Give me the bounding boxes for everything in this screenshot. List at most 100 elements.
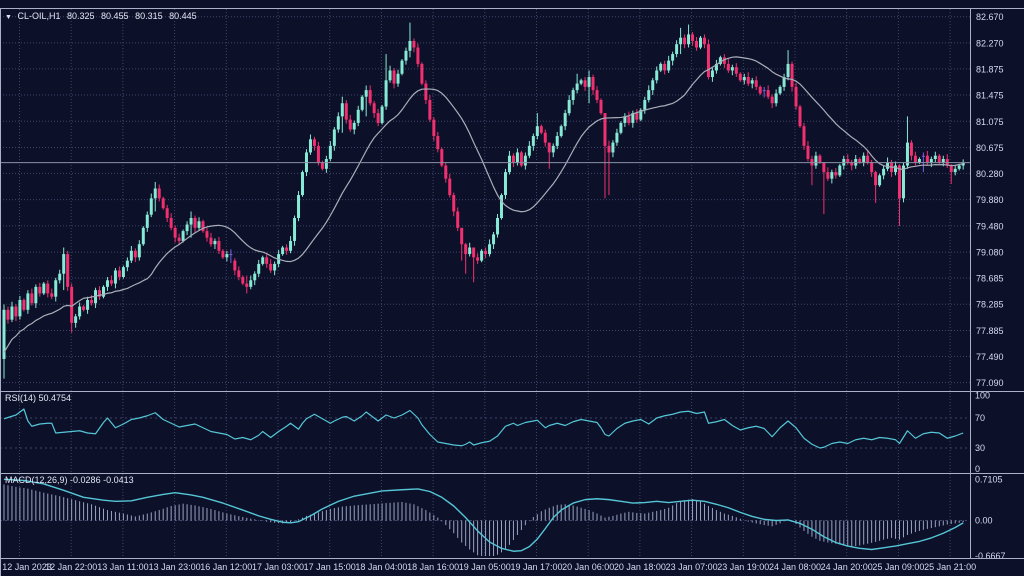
candle-body xyxy=(46,284,49,294)
candle-body xyxy=(516,152,519,162)
macd-name: MACD(12,26,9) xyxy=(5,475,68,485)
candle-body xyxy=(508,156,511,172)
price-axis-label: 81.875 xyxy=(976,64,1004,74)
candle-body xyxy=(82,307,85,310)
candle-body xyxy=(611,143,614,153)
candle-body xyxy=(763,90,766,91)
candle-body xyxy=(174,228,177,238)
candle-body xyxy=(18,300,21,316)
candle-body xyxy=(588,77,591,87)
candle-body xyxy=(194,218,197,228)
time-axis-label: 18 Jan 04:00 xyxy=(355,562,407,572)
macd-axis-label: -0.6667 xyxy=(975,551,1006,561)
candle-body xyxy=(377,113,380,123)
candle-body xyxy=(958,166,961,169)
candle-body xyxy=(460,228,463,244)
candle-body xyxy=(468,248,471,255)
candle-body xyxy=(818,156,821,163)
chart-header: ▼ CL-OIL,H1 80.325 80.455 80.315 80.445 xyxy=(5,11,201,23)
candle-body xyxy=(500,195,503,218)
candle-body xyxy=(544,133,547,143)
candle-body xyxy=(154,188,157,198)
candle-body xyxy=(651,80,654,90)
candle-body xyxy=(576,84,579,91)
candle-body xyxy=(337,116,340,129)
candle-body xyxy=(273,264,276,271)
candle-body xyxy=(182,231,185,241)
candle-body xyxy=(683,38,686,45)
candle-body xyxy=(269,264,272,271)
candle-body xyxy=(556,136,559,146)
candle-body xyxy=(464,244,467,254)
candle-body xyxy=(301,172,304,195)
candle-body xyxy=(600,100,603,113)
candle-body xyxy=(142,228,145,244)
candle-body xyxy=(114,270,117,283)
candle-body xyxy=(146,215,149,228)
candle-body xyxy=(870,162,873,172)
candle-body xyxy=(607,146,610,153)
candle-body xyxy=(560,126,563,136)
chart-canvas[interactable]: 82.67082.27081.87581.47581.07580.67580.2… xyxy=(0,0,1024,576)
chart-background xyxy=(0,0,1024,576)
candle-body xyxy=(309,139,312,152)
price-axis-label: 77.490 xyxy=(976,352,1004,362)
price-axis-label: 77.885 xyxy=(976,326,1004,336)
candle-body xyxy=(436,136,439,149)
candle-body xyxy=(389,70,392,80)
candle-body xyxy=(138,244,141,257)
candle-body xyxy=(34,287,37,303)
time-axis-label: 19 Jan 05:00 xyxy=(459,562,511,572)
candle-body xyxy=(432,120,435,136)
rsi-indicator-label: RSI(14) 50.4754 xyxy=(5,393,71,404)
candle-body xyxy=(484,251,487,254)
candle-body xyxy=(862,156,865,163)
candle-body xyxy=(655,70,658,80)
candle-body xyxy=(834,172,837,175)
candle-body xyxy=(743,77,746,80)
candle-body xyxy=(802,126,805,146)
candle-body xyxy=(615,133,618,143)
time-axis-label: 25 Jan 21:00 xyxy=(924,562,976,572)
candle-body xyxy=(767,90,770,97)
candle-body xyxy=(504,172,507,195)
candle-body xyxy=(472,248,475,258)
time-axis-label: 23 Jan 07:00 xyxy=(666,562,718,572)
candle-body xyxy=(118,270,121,277)
price-axis-label: 79.480 xyxy=(976,221,1004,231)
candle-body xyxy=(480,251,483,261)
candle-body xyxy=(373,103,376,113)
candle-body xyxy=(914,156,917,163)
candle-body xyxy=(6,310,9,320)
rsi-name: RSI(14) xyxy=(5,393,36,403)
candle-body xyxy=(663,64,666,71)
candle-body xyxy=(213,241,216,244)
price-axis-label: 81.475 xyxy=(976,91,1004,101)
candle-body xyxy=(237,270,240,277)
candle-body xyxy=(627,116,630,123)
candle-body xyxy=(122,267,125,277)
candle-body xyxy=(671,54,674,61)
candle-body xyxy=(584,80,587,87)
candle-body xyxy=(393,70,396,83)
candle-body xyxy=(329,146,332,159)
candle-body xyxy=(42,284,45,294)
candle-body xyxy=(878,175,881,185)
candle-body xyxy=(38,287,41,294)
candle-body xyxy=(408,41,411,51)
macd-axis-label: 0.7105 xyxy=(975,474,1003,484)
candle-body xyxy=(703,38,706,45)
candle-body xyxy=(488,244,491,254)
time-axis-label: 12 Jan 22:00 xyxy=(45,562,97,572)
candle-body xyxy=(675,44,678,54)
candle-body xyxy=(532,136,535,146)
price-axis-label: 82.270 xyxy=(976,38,1004,48)
candle-body xyxy=(353,123,356,130)
symbol-dropdown-icon[interactable]: ▼ xyxy=(5,14,12,21)
candle-body xyxy=(635,113,638,120)
candle-body xyxy=(918,159,921,162)
macd-values: -0.0286 -0.0413 xyxy=(70,475,134,485)
candle-body xyxy=(448,179,451,195)
candle-body xyxy=(822,162,825,172)
candle-body xyxy=(739,74,742,81)
